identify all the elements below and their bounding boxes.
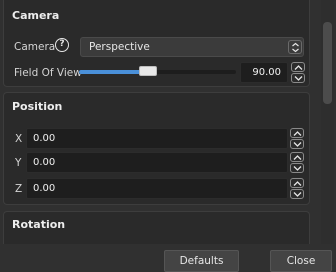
camera-title: Camera <box>12 9 60 22</box>
z-increment-button[interactable] <box>290 178 304 188</box>
scrollbar-thumb[interactable] <box>323 22 332 104</box>
fov-label: Field Of View <box>14 67 82 79</box>
y-input[interactable]: 0.00 <box>26 152 288 173</box>
chevron-down-icon <box>294 76 303 81</box>
vertical-scrollbar[interactable] <box>321 0 334 244</box>
chevron-up-icon <box>294 65 303 70</box>
fov-input[interactable]: 90.00 <box>240 62 288 83</box>
chevron-down-icon <box>293 192 302 197</box>
position-title: Position <box>12 100 63 113</box>
x-decrement-button[interactable] <box>290 139 304 149</box>
fov-slider-fill <box>79 70 149 74</box>
camera-label: Camera <box>14 41 56 53</box>
chevron-down-icon <box>293 166 302 171</box>
x-spinner[interactable] <box>290 128 304 149</box>
x-input[interactable]: 0.00 <box>26 128 288 149</box>
chevron-up-icon <box>293 181 302 186</box>
y-increment-button[interactable] <box>290 152 304 162</box>
rotation-title: Rotation <box>12 218 66 231</box>
close-button[interactable]: Close <box>270 250 332 272</box>
y-spinner[interactable] <box>290 152 304 173</box>
z-decrement-button[interactable] <box>290 189 304 199</box>
fov-increment-button[interactable] <box>291 62 305 72</box>
x-value: 0.00 <box>33 133 56 144</box>
fov-value: 90.00 <box>252 67 281 78</box>
settings-scroll-area[interactable]: Camera Camera ? Perspective Field Of Vie… <box>0 0 318 244</box>
dialog-footer: Defaults Close <box>0 246 336 272</box>
chevron-up-icon <box>293 155 302 160</box>
camera-panel: Camera Camera ? Perspective Field Of Vie… <box>3 0 310 87</box>
position-panel: Position X 0.00 Y 0.00 Z 0.00 <box>3 92 310 205</box>
help-icon[interactable]: ? <box>55 38 69 52</box>
x-increment-button[interactable] <box>290 128 304 138</box>
fov-slider[interactable] <box>79 66 236 76</box>
chevron-down-icon <box>293 142 302 147</box>
x-label: X <box>15 133 23 145</box>
rotation-panel: Rotation <box>3 211 310 244</box>
combo-arrows-icon <box>288 40 302 54</box>
chevron-up-icon <box>293 131 302 136</box>
camera-type-dropdown[interactable]: Perspective <box>80 37 304 57</box>
y-decrement-button[interactable] <box>290 163 304 173</box>
fov-slider-handle[interactable] <box>139 66 158 76</box>
camera-type-value: Perspective <box>89 41 150 53</box>
z-spinner[interactable] <box>290 178 304 199</box>
z-label: Z <box>15 183 23 195</box>
fov-spinner[interactable] <box>291 62 305 83</box>
fov-decrement-button[interactable] <box>291 73 305 83</box>
y-value: 0.00 <box>33 157 56 168</box>
defaults-button[interactable]: Defaults <box>164 250 239 272</box>
z-input[interactable]: 0.00 <box>26 178 288 199</box>
y-label: Y <box>15 157 22 169</box>
z-value: 0.00 <box>33 183 56 194</box>
